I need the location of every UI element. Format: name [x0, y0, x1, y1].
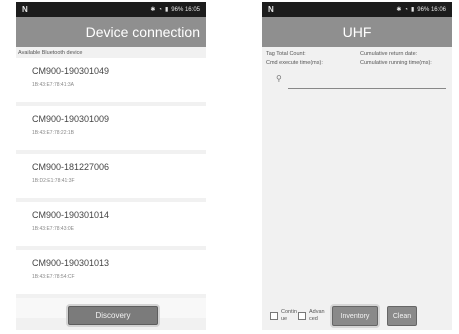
battery-icon: ▮ — [410, 7, 415, 13]
discovery-button[interactable]: Discovery — [68, 306, 158, 325]
device-address: 1B:43:E7:78:43:0E — [32, 226, 74, 232]
device-name: CM900-181227006 — [32, 162, 110, 172]
cumulative-running-time-label: Cumulative running time(ms): — [360, 60, 432, 66]
device-item[interactable]: CM900-190301014 1B:43:E7:78:43:0E — [16, 202, 206, 246]
clean-button[interactable]: Clean — [387, 306, 417, 326]
search-input[interactable] — [287, 82, 446, 89]
device-address: 1B:43:E7:78:54:CF — [32, 274, 75, 280]
device-item[interactable]: CM900-190301013 1B:43:E7:78:54:CF — [16, 250, 206, 294]
device-item[interactable]: CM900-190301049 1B:43:E7:78:41:3A — [16, 58, 206, 102]
continue-checkbox[interactable] — [270, 312, 278, 320]
device-connection-screen: N ✱ ◔ ▮ 96% 16:05 Device connection Avai… — [16, 2, 206, 330]
cmd-execute-time-label: Cmd execute time(ms): — [266, 60, 323, 66]
bluetooth-icon: ✱ — [150, 7, 156, 13]
stats-panel: Tag Total Count: Cumulative return date:… — [262, 47, 452, 66]
search-bar: ⚲ — [262, 66, 452, 89]
status-right: ✱ ◔ ▮ 96% 16:05 — [150, 6, 200, 14]
title-bar: UHF — [262, 17, 452, 47]
device-item[interactable]: CM900-181227006 1B:D2:E1:78:41:3F — [16, 154, 206, 198]
nfc-icon: N — [22, 5, 28, 14]
nfc-icon: N — [268, 5, 274, 14]
tag-total-count-label: Tag Total Count: — [266, 51, 306, 57]
available-devices-caption: Available Bluetooth device — [18, 50, 83, 56]
advanced-checkbox[interactable] — [298, 312, 306, 320]
title-bar: Device connection — [16, 17, 206, 47]
device-name: CM900-190301049 — [32, 66, 110, 76]
search-icon: ⚲ — [276, 74, 282, 83]
wifi-icon: ◔ — [158, 6, 162, 13]
inventory-button[interactable]: Inventory — [332, 306, 378, 326]
device-address: 1B:43:E7:78:22:1B — [32, 130, 74, 136]
device-name: CM900-190301013 — [32, 258, 110, 268]
page-title: UHF — [342, 24, 372, 40]
device-address: 1B:D2:E1:78:41:3F — [32, 178, 75, 184]
device-name: CM900-190301014 — [32, 210, 110, 220]
status-right: ✱ ◔ ▮ 96% 16:06 — [396, 6, 446, 14]
device-item[interactable]: CM900-190301009 1B:43:E7:78:22:1B — [16, 106, 206, 150]
device-list: CM900-190301049 1B:43:E7:78:41:3A CM900-… — [16, 58, 206, 322]
bluetooth-icon: ✱ — [396, 7, 402, 13]
wifi-icon: ◔ — [404, 6, 408, 13]
device-name: CM900-190301009 — [32, 114, 110, 124]
bottom-toolbar: Contin ue Advan ced Inventory Clean — [262, 302, 452, 330]
uhf-screen: N ✱ ◔ ▮ 96% 16:06 UHF Tag Total Count: C… — [262, 2, 452, 330]
status-bar: N ✱ ◔ ▮ 96% 16:05 — [16, 2, 206, 17]
advanced-label: Advan ced — [309, 309, 325, 322]
status-bar: N ✱ ◔ ▮ 96% 16:06 — [262, 2, 452, 17]
cumulative-return-date-label: Cumulative return date: — [360, 51, 418, 57]
battery-icon: ▮ — [164, 7, 169, 13]
continue-label: Contin ue — [281, 309, 297, 322]
status-text: 96% 16:05 — [171, 6, 200, 13]
status-text: 96% 16:06 — [417, 6, 446, 13]
device-address: 1B:43:E7:78:41:3A — [32, 82, 74, 88]
page-title: Device connection — [85, 24, 200, 40]
